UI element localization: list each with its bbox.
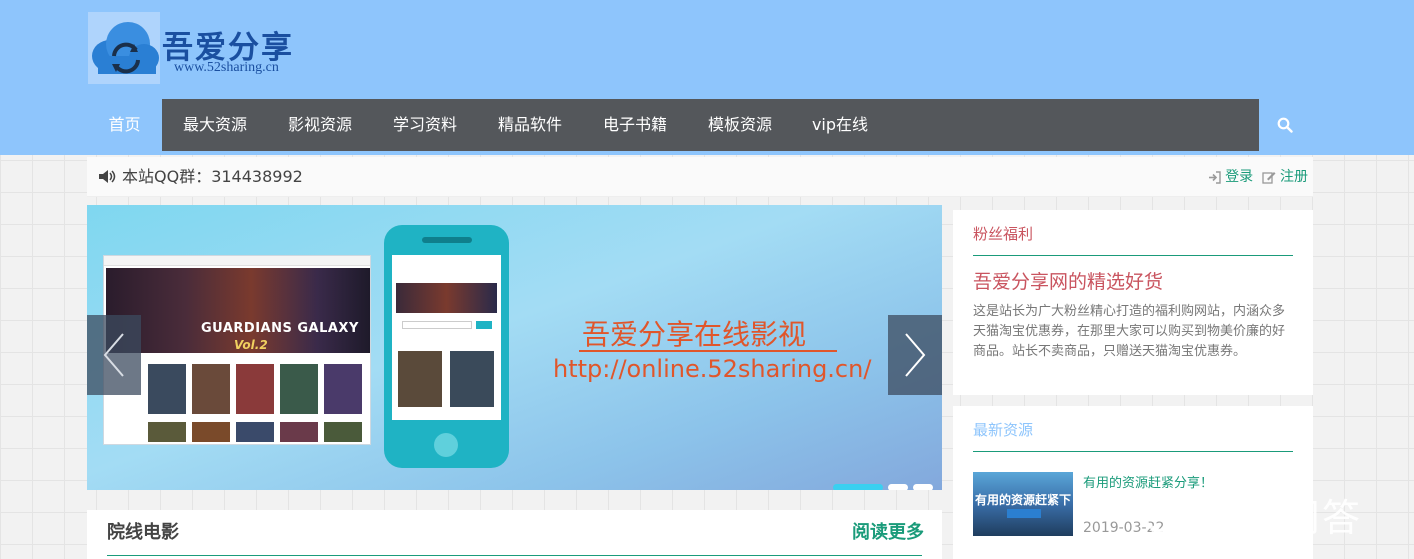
latest-thumb-text: 有用的资源赶紧下 bbox=[975, 493, 1072, 507]
nav-item-software[interactable]: 精品软件 bbox=[485, 99, 575, 151]
slider-dot-2[interactable] bbox=[888, 484, 908, 490]
slide-browser-screenshot: GUARDIANS GALAXY Vol.2 bbox=[103, 255, 371, 445]
cinema-movies-section: 院线电影 阅读更多 bbox=[87, 510, 942, 559]
watermark-text: 悟空问答 bbox=[1202, 496, 1363, 540]
nav-item-templates[interactable]: 模板资源 bbox=[695, 99, 785, 151]
fans-card-divider bbox=[973, 255, 1293, 256]
hero-slider[interactable]: GUARDIANS GALAXY Vol.2 吾爱分享在线影视 http://o… bbox=[87, 205, 942, 490]
latest-card-divider bbox=[973, 451, 1293, 452]
nav-item-study-materials[interactable]: 学习资料 bbox=[380, 99, 470, 151]
movies-section-title: 院线电影 bbox=[107, 522, 179, 543]
slide-url: http://online.52sharing.cn/ bbox=[553, 355, 872, 383]
main-nav: 首页 最大资源 影视资源 学习资料 精品软件 电子书籍 模板资源 vip在线 bbox=[87, 99, 1259, 151]
register-link[interactable]: 注册 bbox=[1280, 157, 1308, 197]
nav-item-ebooks[interactable]: 电子书籍 bbox=[590, 99, 680, 151]
auth-links: 登录 注册 bbox=[1208, 157, 1308, 197]
notice-text: 本站QQ群：314438992 bbox=[122, 167, 303, 186]
slider-prev-button[interactable] bbox=[87, 315, 141, 395]
speaker-icon bbox=[99, 170, 116, 183]
fans-headline-link[interactable]: 吾爱分享网的精选好货 bbox=[973, 267, 1163, 294]
slide-mock-movie-title: GUARDIANS GALAXY bbox=[201, 321, 359, 336]
slide-phone-mockup bbox=[384, 225, 509, 468]
slide-underline bbox=[579, 350, 837, 352]
nav-item-vip-online[interactable]: vip在线 bbox=[800, 99, 880, 151]
search-icon bbox=[1277, 117, 1293, 133]
login-icon bbox=[1208, 170, 1221, 184]
read-more-link[interactable]: 阅读更多 bbox=[852, 518, 924, 544]
cloud-refresh-icon bbox=[88, 12, 160, 84]
slide-title: 吾爱分享在线影视 bbox=[582, 318, 807, 351]
nav-item-home[interactable]: 首页 bbox=[87, 99, 162, 151]
edit-icon bbox=[1261, 171, 1276, 184]
slider-dot-3[interactable] bbox=[913, 484, 933, 490]
latest-item-thumbnail[interactable]: 有用的资源赶紧下 bbox=[973, 472, 1073, 536]
chat-bubble-icon bbox=[1141, 492, 1195, 537]
logo-url: www.52sharing.cn bbox=[174, 60, 279, 75]
slider-next-button[interactable] bbox=[888, 315, 942, 395]
fans-description: 这是站长为广大粉丝精心打造的福利购网站，内涵众多天猫淘宝优惠券，在那里大家可以购… bbox=[973, 304, 1286, 359]
chevron-left-icon bbox=[103, 333, 124, 377]
search-button[interactable] bbox=[1259, 99, 1312, 151]
notice-bar: 本站QQ群：314438992 登录 注册 bbox=[87, 157, 1313, 197]
latest-card-title: 最新资源 bbox=[973, 421, 1034, 439]
nav-item-video-resources[interactable]: 影视资源 bbox=[275, 99, 365, 151]
fans-card-title: 粉丝福利 bbox=[973, 225, 1034, 243]
wukong-watermark: 悟空问答 bbox=[1140, 485, 1400, 545]
slider-dot-1[interactable] bbox=[833, 484, 883, 490]
site-logo[interactable]: 吾爱分享 www.52sharing.cn bbox=[88, 12, 303, 84]
movies-divider bbox=[107, 555, 922, 556]
nav-item-biggest-resources[interactable]: 最大资源 bbox=[170, 99, 260, 151]
chevron-right-icon bbox=[905, 333, 926, 377]
fans-welfare-card: 粉丝福利 吾爱分享网的精选好货 这是站长为广大粉丝精心打造的福利购网站，内涵众多… bbox=[953, 210, 1313, 395]
login-link[interactable]: 登录 bbox=[1225, 157, 1253, 197]
slide-mock-movie-sub: Vol.2 bbox=[234, 338, 268, 352]
